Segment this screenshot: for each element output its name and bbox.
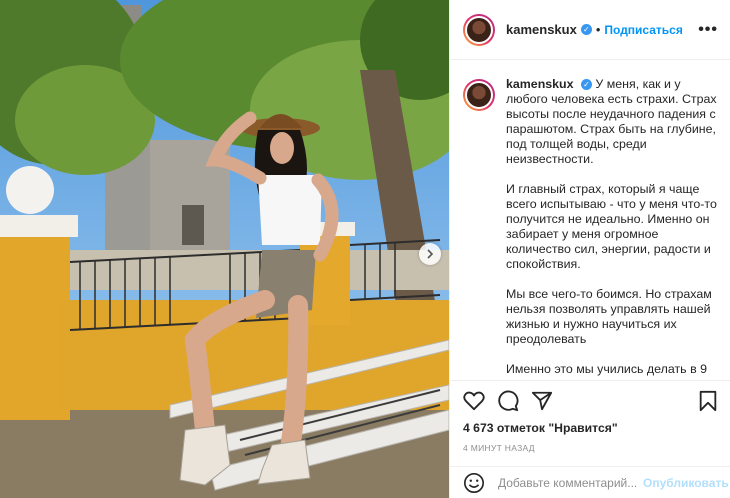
comment-icon[interactable]	[497, 390, 519, 412]
verified-badge-icon: ✓	[580, 24, 592, 35]
post-actions: 4 673 отметок "Нравится" 4 МИНУТ НАЗАД	[450, 380, 730, 453]
follow-button[interactable]: Подписаться	[604, 23, 682, 37]
post-sidebar: kamenskux ✓ • Подписаться ••• kamenskux …	[449, 0, 730, 498]
comment-input[interactable]	[498, 475, 643, 490]
caption-row: kamenskux ✓ У меня, как и у любого челов…	[463, 77, 718, 379]
emoji-icon[interactable]	[463, 472, 485, 494]
caption-avatar[interactable]	[463, 79, 495, 111]
caption-username[interactable]: kamenskux	[506, 77, 574, 91]
separator-dot: •	[595, 22, 601, 37]
caption-paragraph-2: И главный страх, который я чаще всего ис…	[506, 182, 717, 271]
caption-text: kamenskux ✓ У меня, как и у любого челов…	[506, 77, 718, 379]
post-header: kamenskux ✓ • Подписаться •••	[450, 0, 730, 60]
post-photo[interactable]	[0, 0, 449, 498]
more-icon[interactable]: •••	[698, 21, 718, 39]
avatar[interactable]	[463, 13, 495, 46]
post-timestamp[interactable]: 4 МИНУТ НАЗАД	[463, 443, 718, 453]
post-comment-button[interactable]: Опубликовать	[643, 476, 729, 490]
next-photo-button[interactable]	[419, 243, 441, 265]
comments-area: kamenskux ✓ У меня, как и у любого челов…	[450, 61, 730, 379]
caption-paragraph-3: Мы все чего-то боимся. Но страхам нельзя…	[506, 287, 712, 346]
next-arrow-icon	[427, 249, 434, 259]
caption-paragraph-4: Именно это мы учились делать в 9	[506, 362, 707, 376]
add-comment-bar: Опубликовать	[450, 466, 730, 498]
heart-icon[interactable]	[463, 391, 485, 411]
username-link[interactable]: kamenskux	[506, 22, 577, 37]
bookmark-icon[interactable]	[698, 390, 718, 412]
share-icon[interactable]	[531, 390, 553, 412]
photo-image	[0, 0, 449, 498]
caption-verified-badge-icon: ✓	[580, 79, 592, 91]
likes-count[interactable]: 4 673 отметок "Нравится"	[463, 421, 718, 435]
action-icons	[463, 389, 718, 413]
